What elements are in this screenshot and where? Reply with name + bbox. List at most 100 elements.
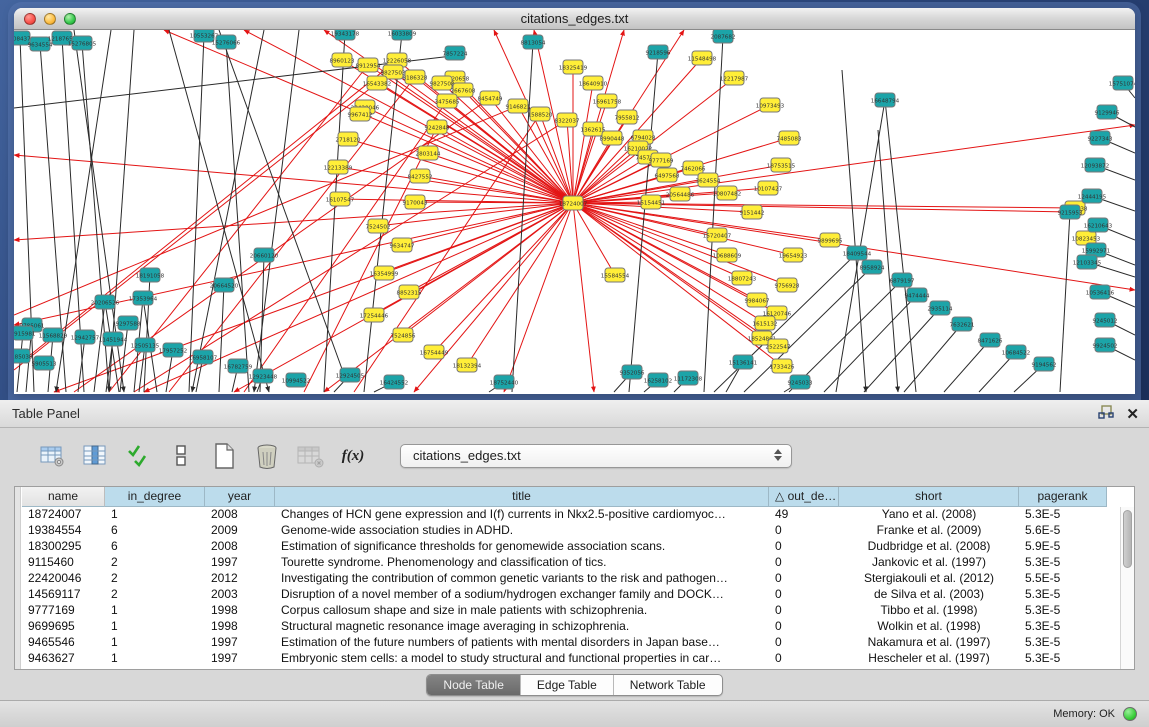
network-node[interactable]: 18132394 bbox=[453, 358, 482, 372]
network-node[interactable]: 7524502 bbox=[366, 219, 391, 233]
tab-node-table[interactable]: Node Table bbox=[427, 675, 521, 695]
network-node[interactable]: 10536416 bbox=[1086, 285, 1115, 299]
network-node[interactable]: 16543382 bbox=[363, 76, 391, 90]
network-node[interactable]: 1615132 bbox=[753, 316, 778, 330]
network-node[interactable]: 7485083 bbox=[777, 131, 802, 145]
network-node[interactable]: 16210643 bbox=[1084, 218, 1113, 232]
network-node[interactable]: 15720407 bbox=[703, 228, 732, 242]
network-node[interactable]: 8960123 bbox=[330, 53, 355, 67]
function-builder-icon[interactable]: f(x) bbox=[339, 442, 367, 470]
network-node[interactable]: 15276805 bbox=[68, 36, 97, 50]
network-node[interactable]: 11548498 bbox=[688, 51, 717, 65]
network-node[interactable]: 9899695 bbox=[818, 233, 843, 247]
network-node[interactable]: 20206526 bbox=[91, 295, 120, 309]
network-node[interactable]: 1588520 bbox=[528, 107, 553, 121]
network-node[interactable]: 15584554 bbox=[601, 268, 630, 282]
network-node[interactable]: 12444195 bbox=[1078, 189, 1107, 203]
row-select-icon[interactable] bbox=[124, 442, 152, 470]
network-node[interactable]: 12505135 bbox=[131, 338, 160, 352]
column-header-in_degree[interactable]: in_degree bbox=[105, 487, 205, 507]
network-node[interactable]: 20564486 bbox=[666, 187, 695, 201]
network-node[interactable]: 9242848 bbox=[425, 120, 450, 134]
float-panel-icon[interactable] bbox=[1098, 405, 1114, 425]
network-node[interactable]: 16958107 bbox=[189, 350, 218, 364]
network-node[interactable]: 10807482 bbox=[713, 186, 741, 200]
network-node[interactable]: 2522547 bbox=[766, 339, 791, 353]
table-settings-icon[interactable] bbox=[38, 442, 66, 470]
network-node[interactable]: 12942757 bbox=[71, 330, 100, 344]
delete-table-icon[interactable] bbox=[253, 442, 281, 470]
network-node[interactable]: 18724007 bbox=[559, 196, 588, 210]
network-node[interactable]: 2935114 bbox=[928, 301, 953, 315]
network-node[interactable]: 15154451 bbox=[637, 195, 666, 209]
table-row[interactable]: 946362711997Embryonic stem cells: a mode… bbox=[22, 651, 1120, 667]
network-node[interactable]: 9245012 bbox=[1093, 313, 1118, 327]
network-node[interactable]: 16961758 bbox=[593, 94, 622, 108]
network-node[interactable]: 9634747 bbox=[390, 238, 415, 252]
network-node[interactable]: 17957252 bbox=[159, 343, 187, 357]
network-node[interactable]: 16782759 bbox=[224, 359, 253, 373]
column-header-title[interactable]: title bbox=[275, 487, 769, 507]
table-row[interactable]: 969969511998Structural magnetic resonanc… bbox=[22, 619, 1120, 635]
network-node[interactable]: 15276066 bbox=[212, 35, 241, 49]
column-header-out_degree[interactable]: △ out_de… bbox=[769, 487, 839, 507]
network-node[interactable]: 9245033 bbox=[788, 375, 813, 389]
network-node[interactable]: 5905513 bbox=[32, 356, 57, 370]
network-node[interactable]: 9352056 bbox=[620, 365, 645, 379]
network-node[interactable]: 18752440 bbox=[490, 375, 519, 389]
network-node[interactable]: 16258102 bbox=[644, 373, 672, 387]
network-node[interactable]: 9146821 bbox=[506, 99, 531, 113]
table-row[interactable]: 2242004622012Investigating the contribut… bbox=[22, 571, 1120, 587]
network-node[interactable]: 17353964 bbox=[129, 291, 158, 305]
network-node[interactable]: 16354999 bbox=[370, 266, 399, 280]
network-node[interactable]: 9227343 bbox=[1088, 131, 1113, 145]
network-node[interactable]: 18409544 bbox=[843, 246, 872, 260]
column-header-name[interactable]: name bbox=[22, 487, 105, 507]
network-node[interactable]: 8852315 bbox=[397, 285, 422, 299]
network-node[interactable]: 20664520 bbox=[210, 278, 239, 292]
network-node[interactable]: 9756928 bbox=[775, 278, 800, 292]
network-node[interactable]: 12217987 bbox=[720, 71, 749, 85]
network-node[interactable]: 12103345 bbox=[1073, 255, 1102, 269]
network-node[interactable]: 12093872 bbox=[1081, 158, 1109, 172]
network-node[interactable]: 12924505 bbox=[336, 368, 365, 382]
network-node[interactable]: 9129946 bbox=[1095, 105, 1120, 119]
network-node[interactable]: 8990448 bbox=[600, 131, 625, 145]
close-panel-icon[interactable]: ✕ bbox=[1126, 406, 1139, 424]
network-node[interactable]: 9297588 bbox=[116, 316, 141, 330]
table-row[interactable]: 911546021997Tourette syndrome. Phenomeno… bbox=[22, 555, 1120, 571]
network-node[interactable]: 3915981 bbox=[14, 326, 36, 340]
network-node[interactable]: 11451944 bbox=[99, 332, 128, 346]
network-node[interactable]: 8958924 bbox=[860, 260, 885, 274]
network-node[interactable]: 8427552 bbox=[408, 169, 433, 183]
row-height-icon[interactable] bbox=[167, 442, 195, 470]
network-node[interactable]: 16754449 bbox=[420, 345, 449, 359]
network-node[interactable]: 9218596 bbox=[646, 45, 671, 59]
network-node[interactable]: 8813054 bbox=[521, 35, 546, 49]
network-node[interactable]: 6497568 bbox=[655, 168, 680, 182]
network-node[interactable]: 2803144 bbox=[416, 146, 441, 160]
network-node[interactable]: 9151442 bbox=[740, 205, 765, 219]
network-node[interactable]: 15136141 bbox=[729, 355, 758, 369]
column-header-year[interactable]: year bbox=[205, 487, 275, 507]
network-node[interactable]: 18191058 bbox=[136, 268, 165, 282]
network-node[interactable]: 9215953 bbox=[1058, 205, 1083, 219]
zoom-window-icon[interactable] bbox=[64, 13, 76, 25]
network-node[interactable]: 10994522 bbox=[282, 373, 310, 387]
network-node[interactable]: 16424552 bbox=[380, 375, 408, 389]
network-node[interactable]: 16107547 bbox=[326, 192, 355, 206]
network-window-titlebar[interactable]: citations_edges.txt bbox=[14, 8, 1135, 30]
new-table-icon[interactable] bbox=[210, 442, 238, 470]
table-row[interactable]: 977716911998Corpus callosum shape and si… bbox=[22, 603, 1120, 619]
network-node[interactable]: 7524856 bbox=[391, 328, 416, 342]
network-node[interactable]: 10973493 bbox=[756, 98, 785, 112]
network-node[interactable]: 7857224 bbox=[443, 46, 468, 60]
network-node[interactable]: 9170043 bbox=[403, 195, 428, 209]
network-node[interactable]: 8912954 bbox=[356, 58, 381, 72]
column-header-short[interactable]: short bbox=[839, 487, 1019, 507]
network-node[interactable]: 7955812 bbox=[615, 110, 640, 124]
network-node[interactable]: 8322037 bbox=[555, 113, 580, 127]
network-node[interactable]: 8454749 bbox=[478, 91, 503, 105]
network-node[interactable]: 20660120 bbox=[250, 248, 279, 262]
tab-edge-table[interactable]: Edge Table bbox=[521, 675, 614, 695]
